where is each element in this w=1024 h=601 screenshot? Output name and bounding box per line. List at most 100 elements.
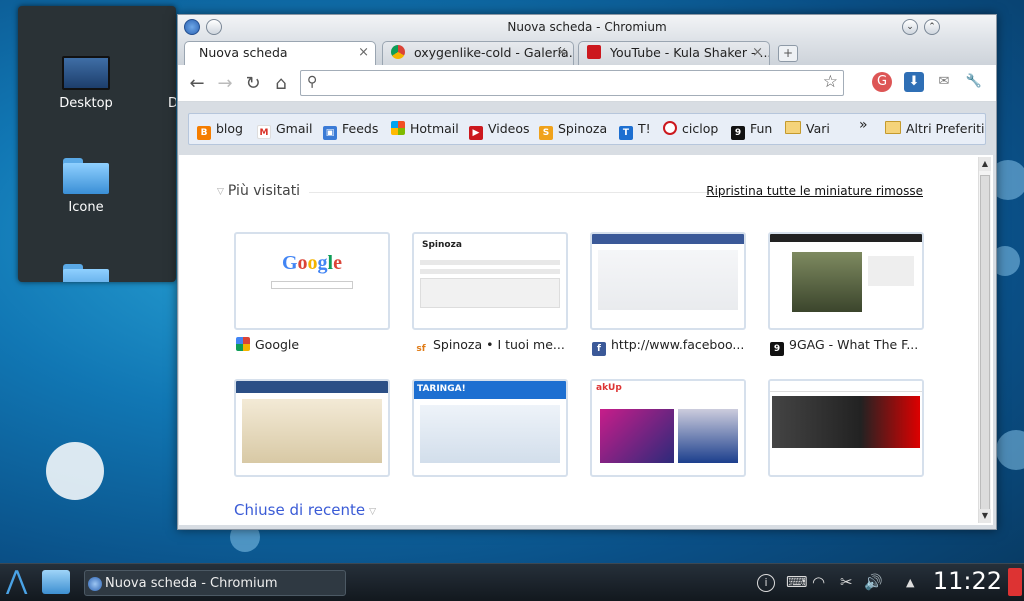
omnibox[interactable]: ⚲ ☆	[300, 70, 844, 96]
vertical-scrollbar[interactable]: ▲ ▼	[978, 157, 991, 523]
bookmark-feeds[interactable]: ▣ Feeds	[323, 121, 378, 140]
wifi-icon[interactable]: ◠	[812, 573, 825, 591]
volume-icon[interactable]: 🔊	[864, 573, 883, 591]
bookmark-altri-preferiti[interactable]: Altri Preferiti	[885, 121, 984, 136]
tab-strip: Nuova scheda × oxygenlike-cold - Galería…	[178, 39, 996, 65]
back-icon[interactable]: ←	[186, 73, 208, 94]
window-titlebar[interactable]: Nuova scheda - Chromium ⌄ ⌃	[178, 15, 996, 39]
bookmark-gmail[interactable]: M Gmail	[257, 121, 312, 139]
t-icon: T	[619, 126, 633, 140]
wrench-icon[interactable]: 🔧	[964, 72, 984, 92]
forward-icon[interactable]: →	[214, 73, 236, 94]
thumbnail-label[interactable]: Google	[236, 337, 392, 352]
thumbnail-infostrada[interactable]	[768, 379, 924, 477]
task-label: Nuova scheda - Chromium	[105, 576, 278, 591]
info-icon[interactable]: i	[757, 574, 775, 592]
extension-icon[interactable]: G	[872, 72, 892, 92]
mail-icon[interactable]: ✉	[934, 72, 954, 92]
thumbnail-label[interactable]: f http://www.faceboo...	[592, 337, 748, 356]
bookmark-vari[interactable]: Vari	[785, 121, 830, 136]
restore-thumbnails-link[interactable]: Ripristina tutte le miniature rimosse	[706, 184, 923, 198]
google-icon	[236, 337, 250, 351]
bookmark-hotmail[interactable]: Hotmail	[391, 121, 459, 136]
reload-icon[interactable]: ↻	[242, 73, 264, 94]
scroll-down-arrow-icon[interactable]: ▼	[979, 509, 991, 523]
scroll-up-arrow-icon[interactable]: ▲	[979, 157, 991, 171]
window-menu-icon[interactable]	[184, 19, 200, 35]
thumbnail-facebook[interactable]	[590, 232, 746, 330]
chromium-icon	[88, 577, 102, 591]
close-tab-icon[interactable]: ×	[358, 42, 369, 64]
bookmark-fun[interactable]: 9 Fun	[731, 121, 772, 140]
new-tab-button[interactable]: +	[778, 45, 798, 62]
close-tab-icon[interactable]: ×	[556, 42, 567, 64]
power-icon[interactable]	[1008, 568, 1022, 596]
desktop-icon-partial[interactable]	[36, 264, 136, 282]
desktop-icon-label: Desktop	[59, 96, 113, 111]
desktop-folder-view: Desktop Icone D	[18, 6, 176, 282]
scrollbar-thumb[interactable]	[980, 175, 990, 513]
chromium-window: Nuova scheda - Chromium ⌄ ⌃ Nuova scheda…	[177, 14, 997, 530]
bookmarks-overflow-button[interactable]: »	[859, 117, 868, 133]
tray-expand-icon[interactable]: ▲	[906, 576, 914, 589]
download-icon[interactable]: ⬇	[904, 72, 924, 92]
recently-closed-heading[interactable]: Chiuse di recente ▽	[234, 501, 376, 519]
9gag-icon: 9	[770, 342, 784, 356]
desktop-icon-icone[interactable]: Icone	[36, 158, 136, 215]
thumbnail-spinoza[interactable]: Spinoza	[412, 232, 568, 330]
tab-label: oxygenlike-cold - Galería...	[413, 45, 574, 60]
feeds-icon: ▣	[323, 126, 337, 140]
thumbnail-taringa[interactable]: TARINGA!	[412, 379, 568, 477]
bookmark-spinoza[interactable]: S Spinoza	[539, 121, 607, 140]
tab-oxygenlike[interactable]: oxygenlike-cold - Galería... ×	[382, 41, 574, 65]
youtube-icon	[587, 45, 601, 59]
clipboard-scissors-icon[interactable]: ✂	[840, 573, 853, 591]
desktop-icon-peek-label: D	[168, 96, 176, 111]
tab-label: Nuova scheda	[199, 45, 288, 60]
folder-icon	[63, 264, 109, 282]
home-icon[interactable]: ⌂	[270, 73, 292, 94]
chrome-icon	[391, 45, 405, 59]
bookmark-star-icon[interactable]: ☆	[823, 72, 838, 92]
bookmark-videos[interactable]: ▶ Videos	[469, 121, 530, 140]
most-visited-heading[interactable]: ▽ Più visitati	[217, 183, 300, 199]
thumbnail-label[interactable]: sf Spinoza • I tuoi me...	[414, 337, 570, 356]
search-icon: ⚲	[307, 74, 318, 90]
thumbnail-label[interactable]: 9 9GAG - What The F...	[770, 337, 926, 356]
dolphin-icon[interactable]	[42, 570, 70, 594]
thumbnail-akup[interactable]: akUp	[590, 379, 746, 477]
tab-youtube[interactable]: YouTube - Kula Shaker - ... ×	[578, 41, 770, 65]
browser-toolbar: ← → ↻ ⌂ ⚲ ☆ G ⬇ ✉ 🔧	[178, 65, 996, 102]
section-divider	[309, 192, 723, 193]
task-chromium[interactable]: Nuova scheda - Chromium	[84, 570, 346, 596]
bokeh-light	[996, 430, 1024, 470]
spinoza-icon: S	[539, 126, 553, 140]
desktop-icon-desktop[interactable]: Desktop	[36, 56, 136, 111]
gmail-icon: M	[257, 125, 271, 139]
maximize-button[interactable]: ⌃	[924, 19, 940, 35]
bookmark-ciclop[interactable]: ciclop	[663, 121, 718, 136]
blogger-icon: B	[197, 126, 211, 140]
collapse-triangle-icon: ▽	[369, 507, 377, 517]
minimize-button[interactable]: ⌄	[902, 19, 918, 35]
thumbnail-google[interactable]: Google	[234, 232, 390, 330]
thumbnail-blogger[interactable]	[234, 379, 390, 477]
bookmarks-bar: Bblog M Gmail ▣ Feeds Hotmail ▶ Videos S Spi…	[188, 113, 986, 145]
close-tab-icon[interactable]: ×	[752, 42, 763, 64]
thumbnail-9gag[interactable]	[768, 232, 924, 330]
bookmark-blog[interactable]: Bblog	[197, 121, 243, 140]
keyboard-icon[interactable]: ⌨	[786, 573, 808, 591]
folder-icon	[785, 121, 801, 134]
monitor-icon	[62, 56, 110, 90]
clock[interactable]: 11:22	[933, 567, 1002, 595]
ciclop-icon	[663, 121, 677, 135]
tab-nuova-scheda[interactable]: Nuova scheda ×	[184, 41, 376, 65]
keep-above-button[interactable]	[206, 19, 222, 35]
desktop-icon-label: Icone	[68, 200, 104, 215]
spinoza-sf-icon: sf	[414, 342, 428, 356]
facebook-icon: f	[592, 342, 606, 356]
kde-launcher-icon[interactable]: ⋀	[6, 566, 27, 596]
windows-icon	[391, 121, 405, 135]
bookmark-t[interactable]: T T!	[619, 121, 651, 140]
folder-icon	[885, 121, 901, 134]
